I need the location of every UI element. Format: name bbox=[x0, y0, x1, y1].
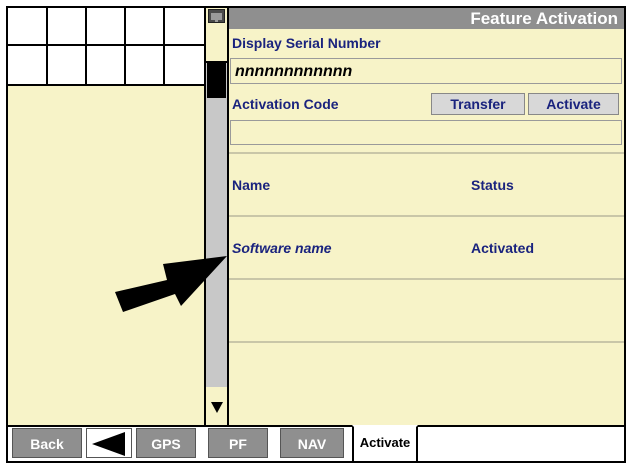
divider bbox=[229, 341, 624, 343]
shortcut-cell[interactable] bbox=[126, 46, 165, 84]
activate-button[interactable]: Activate bbox=[528, 93, 619, 115]
tab-pf[interactable]: PF bbox=[208, 428, 268, 458]
shortcut-cell[interactable] bbox=[8, 8, 48, 46]
shortcut-cell[interactable] bbox=[126, 8, 165, 46]
shortcut-cell[interactable] bbox=[165, 46, 204, 84]
divider bbox=[229, 278, 624, 280]
shortcut-cell[interactable] bbox=[87, 46, 126, 84]
shortcut-cell[interactable] bbox=[165, 8, 204, 46]
column-header-status: Status bbox=[471, 177, 514, 193]
serial-number-field: nnnnnnnnnnnn bbox=[230, 58, 622, 84]
scroll-track[interactable] bbox=[206, 61, 227, 387]
triangle-down-icon bbox=[210, 401, 223, 413]
divider bbox=[229, 152, 624, 154]
arrow-icon bbox=[115, 256, 227, 312]
scroll-thumb[interactable] bbox=[207, 63, 226, 98]
display-icon bbox=[208, 9, 225, 23]
divider bbox=[229, 215, 624, 217]
shortcut-cell[interactable] bbox=[48, 46, 87, 84]
column-header-name: Name bbox=[232, 177, 271, 193]
back-arrow-button[interactable] bbox=[86, 428, 132, 458]
tab-activate[interactable]: Activate bbox=[352, 425, 418, 461]
serial-number-label: Display Serial Number bbox=[232, 35, 381, 51]
shortcut-cell[interactable] bbox=[48, 8, 87, 46]
main-pane bbox=[229, 29, 624, 425]
shortcut-cell[interactable] bbox=[87, 8, 126, 46]
scroll-down-button[interactable] bbox=[206, 390, 227, 423]
activation-code-label: Activation Code bbox=[232, 96, 339, 112]
feature-status: Activated bbox=[471, 240, 535, 256]
feature-name[interactable]: Software name bbox=[232, 240, 332, 256]
triangle-left-icon bbox=[92, 432, 125, 456]
shortcut-cell[interactable] bbox=[8, 46, 48, 84]
tab-nav[interactable]: NAV bbox=[280, 428, 344, 458]
activation-code-input[interactable] bbox=[230, 120, 622, 145]
window-title: Feature Activation bbox=[229, 8, 624, 29]
transfer-button[interactable]: Transfer bbox=[431, 93, 525, 115]
back-button[interactable]: Back bbox=[12, 428, 82, 458]
shortcut-grid bbox=[8, 8, 204, 84]
tab-gps[interactable]: GPS bbox=[136, 428, 196, 458]
